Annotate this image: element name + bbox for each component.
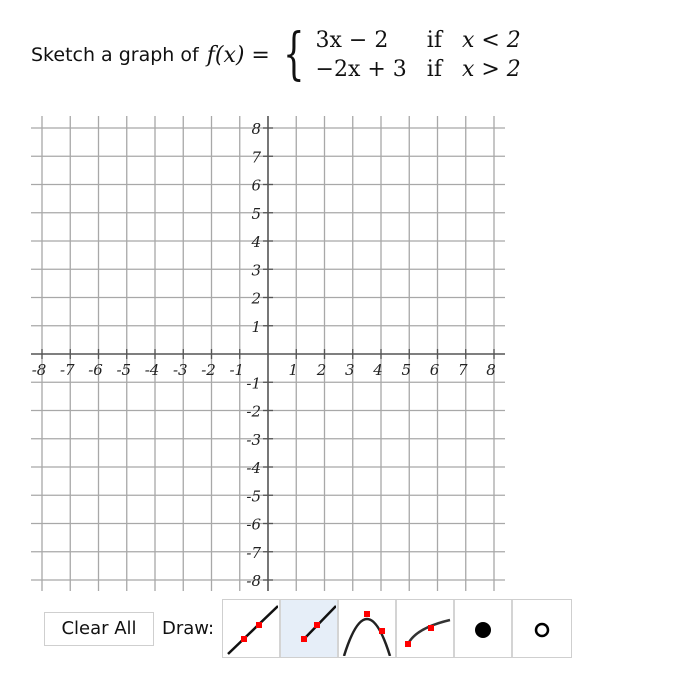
y-tick-label: -4 [246,459,261,477]
ray-tool-icon [301,604,337,642]
x-tick-label: 7 [458,361,468,379]
tool-ray[interactable] [281,600,340,657]
tool-closed-point[interactable] [455,600,514,657]
draw-tools [222,599,573,658]
x-tick-label: 8 [486,361,496,379]
line-tool-icon [227,604,279,655]
x-tick-label: -4 [145,361,160,379]
x-tick-label: 2 [316,361,327,379]
x-tick-label: -5 [116,361,131,379]
axes [31,116,505,591]
y-tick-label: -2 [246,403,261,421]
y-tick-label: -5 [246,487,261,505]
open-point-icon [534,622,550,637]
tick-labels: -8 -7 -6 -5 -4 -3 -2 -1 1 2 3 4 5 6 7 887654321-1-2-3-4… [32,120,496,590]
toolbar: Clear All Draw: [44,599,573,658]
x-tick-label: -1 [229,361,244,379]
x-tick-label: 1 [288,361,298,379]
y-tick-label: 2 [250,290,261,308]
y-tick-label: 8 [251,120,261,138]
graph-canvas[interactable]: -8 -7 -6 -5 -4 -3 -2 -1 1 2 3 4 5 6 7 887654321-1-2-3-4… [0,0,674,600]
x-tick-label: 3 [345,361,355,379]
y-tick-label: -3 [246,431,261,449]
y-tick-label: -7 [246,544,261,562]
y-tick-label: 3 [251,261,261,279]
parabola-tool-icon [342,610,392,656]
y-tick-label: 4 [250,233,261,251]
y-tick-label: 6 [251,177,261,195]
closed-point-icon [475,621,492,638]
tool-open-point[interactable] [513,600,572,657]
curve-tool-icon [405,618,451,647]
y-tick-label: 5 [251,205,261,223]
x-tick-label: 4 [372,361,383,379]
clear-all-button[interactable]: Clear All [44,611,154,646]
x-tick-label: 5 [401,361,411,379]
x-tick-label: 6 [430,361,440,379]
y-tick-label: 7 [251,148,261,166]
x-tick-label: -3 [173,361,188,379]
y-tick-label: -1 [246,374,261,392]
tool-curve[interactable] [397,600,456,657]
y-tick-label: 1 [251,318,261,336]
x-tick-label: -6 [88,361,103,379]
y-tick-label: -6 [246,516,261,534]
tool-parabola[interactable] [339,600,398,657]
x-tick-label: -7 [60,361,75,379]
x-tick-label: -8 [32,361,47,379]
draw-label: Draw: [162,618,215,639]
tool-line[interactable] [223,600,282,657]
x-tick-label: -2 [201,361,216,379]
y-tick-label: -8 [246,572,261,590]
